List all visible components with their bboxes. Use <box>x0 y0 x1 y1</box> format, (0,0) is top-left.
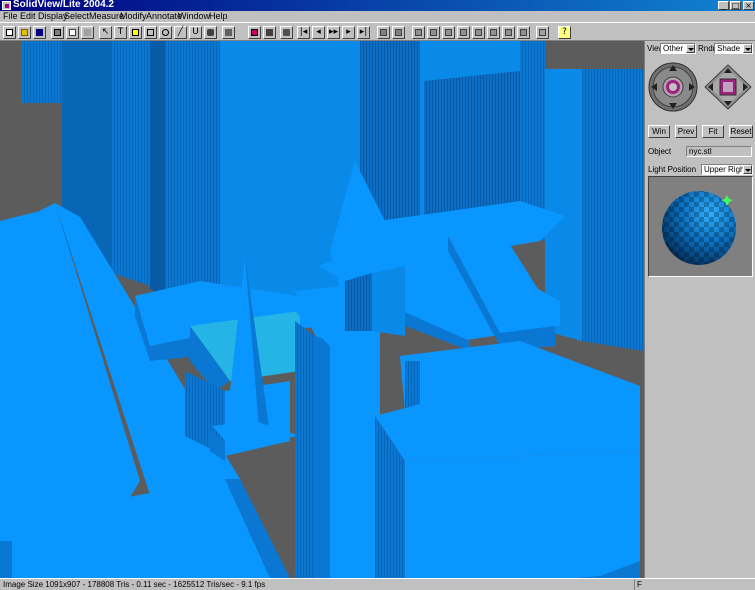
minimize-button[interactable]: _ <box>718 1 729 10</box>
film-icon[interactable] <box>222 26 235 39</box>
building <box>150 41 165 296</box>
tower <box>345 273 372 331</box>
first-frame-icon[interactable]: |◂ <box>297 26 310 39</box>
tower <box>330 341 380 578</box>
light-position-dropdown[interactable]: Upper Right <box>701 164 753 175</box>
prev-frame-icon[interactable]: ◂ <box>312 26 325 39</box>
select-arrow-icon[interactable]: ↖ <box>99 26 112 39</box>
win-button[interactable]: Win <box>648 125 670 138</box>
status-bar: Image Size 1091x907 - 178808 Tris - 0.11… <box>0 578 755 590</box>
view-top-icon[interactable] <box>442 26 455 39</box>
render-dropdown[interactable]: Shade <box>714 43 753 54</box>
tower <box>315 336 330 578</box>
menu-bar: File Edit Display Select Measure Modify … <box>0 11 755 22</box>
play-icon[interactable]: ▸▸ <box>327 26 340 39</box>
paste-icon[interactable] <box>81 26 94 39</box>
view-iso4-icon[interactable] <box>517 26 530 39</box>
menu-measure[interactable]: Measure <box>89 11 124 22</box>
view-iso2-icon[interactable] <box>487 26 500 39</box>
menu-select[interactable]: Select <box>64 11 89 22</box>
fit-button[interactable]: Fit <box>702 125 724 138</box>
title-bar[interactable]: SolidView/Lite 2004.2 _ □ × <box>0 0 755 11</box>
object-label: Object <box>648 147 672 156</box>
prev-button[interactable]: Prev <box>675 125 697 138</box>
help-icon[interactable]: ? <box>558 26 571 39</box>
view-right-icon[interactable] <box>427 26 440 39</box>
view-front-icon[interactable] <box>377 26 390 39</box>
ellipse-icon[interactable] <box>159 26 172 39</box>
building <box>405 361 420 411</box>
note-icon[interactable] <box>129 26 142 39</box>
view-left-icon[interactable] <box>412 26 425 39</box>
next-frame-icon[interactable]: ▸ <box>342 26 355 39</box>
light-position-label: Light Position <box>648 165 697 174</box>
maximize-button[interactable]: □ <box>730 1 741 10</box>
app-icon[interactable] <box>2 1 11 10</box>
tower <box>372 266 405 336</box>
copy-icon[interactable] <box>66 26 79 39</box>
window-title: SolidView/Lite 2004.2 <box>13 0 114 10</box>
view-bottom-icon[interactable] <box>457 26 470 39</box>
rectangle-icon[interactable] <box>144 26 157 39</box>
save-icon[interactable] <box>33 26 46 39</box>
lasso-icon[interactable]: Ս <box>189 26 202 39</box>
view-dropdown[interactable]: Other <box>660 43 696 54</box>
3d-viewport[interactable] <box>0 41 644 578</box>
building-side <box>0 541 12 578</box>
rndr-label: Rndr <box>698 44 716 53</box>
hand-icon[interactable] <box>204 26 217 39</box>
menu-annotate[interactable]: Annotate <box>146 11 182 22</box>
chevron-down-icon[interactable] <box>743 44 752 53</box>
chevron-down-icon[interactable] <box>686 44 695 53</box>
last-frame-icon[interactable]: ▸| <box>357 26 370 39</box>
light-sphere-icon[interactable] <box>649 177 752 276</box>
building-front <box>405 451 640 578</box>
view-iso3-icon[interactable] <box>502 26 515 39</box>
menu-modify[interactable]: Modify <box>120 11 147 22</box>
building <box>22 41 62 103</box>
view-icon[interactable] <box>263 26 276 39</box>
menu-file[interactable]: File <box>3 11 18 22</box>
rotate-dial-icon[interactable] <box>647 61 699 113</box>
city-model-render[interactable] <box>0 41 644 578</box>
building <box>165 41 220 309</box>
text-icon[interactable]: T <box>114 26 127 39</box>
toolbar: ↖ T ╱ Ս |◂ ◂ ▸▸ ▸ ▸| ? <box>0 22 755 41</box>
render-dropdown-value: Shade <box>717 44 741 53</box>
control-panel: View Other Rndr Shade Win Prev Fit Reset… <box>644 41 755 578</box>
new-icon[interactable] <box>3 26 16 39</box>
menu-help[interactable]: Help <box>209 11 228 22</box>
chevron-down-icon[interactable] <box>743 165 752 174</box>
line-icon[interactable]: ╱ <box>174 26 187 39</box>
snapshot-icon[interactable] <box>280 26 293 39</box>
menu-window[interactable]: Window <box>178 11 210 22</box>
close-button[interactable]: × <box>743 1 754 10</box>
status-text: Image Size 1091x907 - 178808 Tris - 0.11… <box>3 580 266 589</box>
menu-edit[interactable]: Edit <box>20 11 36 22</box>
building <box>582 69 644 351</box>
camera-icon[interactable] <box>248 26 261 39</box>
light-sphere-preview[interactable] <box>648 176 753 277</box>
view-back-icon[interactable] <box>392 26 405 39</box>
light-position-value: Upper Right <box>704 165 747 174</box>
pan-pad-icon[interactable] <box>703 63 753 111</box>
view-iso-icon[interactable] <box>472 26 485 39</box>
app-window: SolidView/Lite 2004.2 _ □ × File Edit Di… <box>0 0 755 590</box>
open-icon[interactable] <box>18 26 31 39</box>
reset-button[interactable]: Reset <box>729 125 753 138</box>
cube-icon[interactable] <box>536 26 549 39</box>
tower <box>295 321 315 578</box>
status-flag: F <box>634 579 755 590</box>
object-field: nyc.stl <box>686 146 752 157</box>
view-dropdown-value: Other <box>663 44 684 53</box>
building <box>112 41 150 286</box>
print-icon[interactable] <box>51 26 64 39</box>
